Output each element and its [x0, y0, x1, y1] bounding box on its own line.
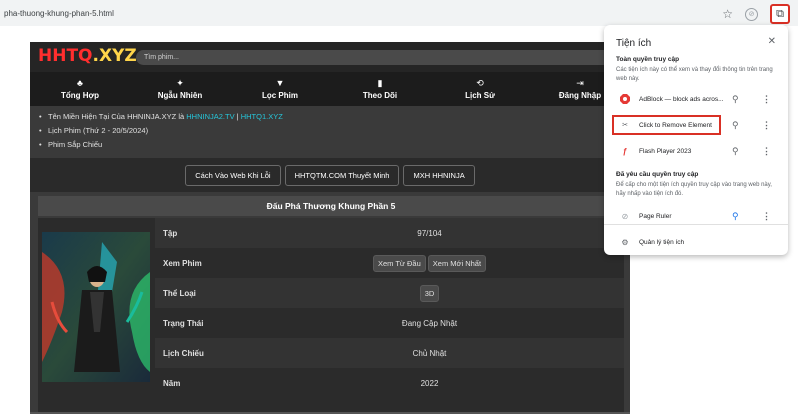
full-access-desc: Các tiện ích này có thể xem và thay đổi …	[616, 67, 773, 82]
status-label: Trạng Thái	[163, 318, 204, 328]
extensions-popup: Tiện ích ✕ Toàn quyền truy cập Các tiện …	[604, 25, 788, 255]
bookmark-star-icon[interactable]: ☆	[722, 7, 733, 21]
manage-extensions[interactable]: ⚙ Quản lý tiện ích	[604, 231, 788, 253]
puzzle-icon: ⧉	[776, 7, 784, 20]
history-icon: ⟲	[476, 78, 484, 88]
more-options-icon[interactable]: ⋮	[762, 120, 771, 131]
genre-value-wrap: 3D	[305, 284, 624, 302]
nav-item-loc-phim[interactable]: ▼ Lọc Phim	[230, 72, 330, 106]
request-access-heading: Đã yêu cầu quyền truy cập	[616, 171, 699, 178]
highlight-box	[612, 115, 721, 135]
year-value: 2022	[420, 378, 439, 388]
nav-label: Theo Dõi	[362, 91, 398, 100]
link-button-row: Cách Vào Web Khi Lỗi HHTQTM.COM Thuyết M…	[30, 158, 630, 192]
extension-name: Page Ruler	[639, 212, 672, 220]
page-ruler-toolbar-icon[interactable]: ⊘	[745, 7, 758, 21]
more-options-icon[interactable]: ⋮	[762, 211, 771, 222]
login-icon: ⇥	[576, 78, 584, 88]
nav-label: Ngẫu Nhiên	[157, 91, 203, 100]
info-row-schedule: Lịch Chiếu Chủ Nhật	[155, 338, 624, 368]
movie-info-panel: Tập 97/104 Xem Phim Xem Từ Đầu Xem Mới Nh…	[38, 218, 624, 414]
adblock-icon	[620, 94, 630, 104]
episodes-label: Tập	[163, 228, 178, 238]
info-row-year: Năm 2022	[155, 368, 624, 398]
pin-icon[interactable]: ⚲	[732, 120, 739, 131]
status-value: Đang Cập Nhật	[401, 318, 458, 328]
nav-label: Tổng Hợp	[60, 91, 100, 100]
social-button[interactable]: MXH HHNINJA	[403, 164, 475, 186]
nav-item-lich-su[interactable]: ⟲ Lịch Sử	[430, 72, 530, 106]
upcoming-link[interactable]: Phim Sắp Chiếu	[48, 140, 102, 149]
filter-icon: ▼	[275, 78, 285, 88]
site-logo[interactable]: HHTQ.XYZ	[38, 46, 137, 66]
popup-divider	[604, 224, 788, 225]
schedule-link[interactable]: Lịch Phim (Thứ 2 - 20/5/2024)	[48, 126, 148, 135]
domain-link-2[interactable]: HHTQ1.XYZ	[241, 112, 283, 121]
watch-from-start-button[interactable]: Xem Từ Đầu	[372, 254, 426, 272]
notice-domain: • Tên Miền Hiện Tại Của HHNINJA.XYZ là HH…	[39, 112, 283, 121]
info-row-episodes: Tập 97/104	[155, 218, 624, 248]
watch-buttons: Xem Từ Đầu Xem Mới Nhất	[305, 254, 624, 272]
notice-schedule[interactable]: • Lịch Phim (Thứ 2 - 20/5/2024)	[39, 124, 630, 138]
site-header: HHTQ.XYZ Tìm phim...	[30, 42, 630, 72]
watch-latest-button[interactable]: Xem Mới Nhất	[427, 254, 487, 272]
popup-title: Tiện ích	[616, 38, 652, 49]
watch-label: Xem Phim	[163, 258, 202, 268]
domain-link-1[interactable]: HHNINJA2.TV	[186, 112, 234, 121]
nav-label: Lọc Phim	[261, 91, 298, 100]
logo-part1: HHTQ	[38, 46, 93, 66]
pin-icon[interactable]: ⚲	[732, 94, 739, 105]
full-access-heading: Toàn quyền truy cập	[616, 56, 680, 63]
notice-list: • Tên Miền Hiện Tại Của HHNINJA.XYZ là HH…	[30, 106, 630, 158]
search-input[interactable]: Tìm phim...	[136, 50, 630, 65]
website-frame: HHTQ.XYZ Tìm phim... ♣ Tổng Hợp ✦ Ngẫu N…	[30, 42, 630, 414]
extension-name: AdBlock — block ads acros...	[639, 95, 724, 103]
extensions-button[interactable]: ⧉	[770, 4, 790, 24]
shuffle-people-icon: ♣	[77, 78, 83, 88]
nav-item-tong-hop[interactable]: ♣ Tổng Hợp	[30, 72, 130, 106]
pinned-icon[interactable]: ⚲	[732, 211, 739, 222]
nav-label: Lịch Sử	[465, 91, 495, 100]
movie-poster[interactable]	[42, 232, 150, 382]
info-row-status: Trạng Thái Đang Cập Nhật	[155, 308, 624, 338]
info-row-genre: Thể Loại 3D	[155, 278, 624, 308]
main-nav: ♣ Tổng Hợp ✦ Ngẫu Nhiên ▼ Lọc Phim ▮ The…	[30, 72, 630, 106]
episodes-value: 97/104	[417, 228, 442, 238]
flash-icon: ƒ	[622, 146, 628, 156]
manage-extensions-label: Quản lý tiện ích	[639, 238, 685, 246]
close-icon[interactable]: ✕	[768, 36, 776, 47]
nav-item-ngau-nhien[interactable]: ✦ Ngẫu Nhiên	[130, 72, 230, 106]
notice-upcoming[interactable]: • Phim Sắp Chiếu	[39, 138, 630, 152]
nav-item-theo-doi[interactable]: ▮ Theo Dõi	[330, 72, 430, 106]
bookmark-icon: ▮	[377, 78, 383, 88]
notice-text: Tên Miền Hiện Tại Của HHNINJA.XYZ là	[48, 112, 187, 121]
pin-icon[interactable]: ⚲	[732, 146, 739, 157]
random-icon: ✦	[176, 78, 184, 88]
request-access-desc: Để cấp cho một tiện ích quyền truy cập v…	[616, 182, 772, 197]
genre-label: Thể Loại	[163, 288, 196, 298]
extension-item-adblock[interactable]: AdBlock — block ads acros... ⚲ ⋮	[604, 88, 788, 110]
schedule-label: Lịch Chiếu	[163, 348, 204, 358]
genre-tag[interactable]: 3D	[419, 284, 440, 302]
year-label: Năm	[163, 378, 181, 388]
extension-item-flash[interactable]: ƒ Flash Player 2023 ⚲ ⋮	[604, 140, 788, 162]
more-options-icon[interactable]: ⋮	[762, 94, 771, 105]
schedule-value: Chủ Nhật	[412, 348, 447, 358]
extension-name: Flash Player 2023	[639, 147, 692, 155]
nav-label: Đăng Nhập	[558, 91, 602, 100]
url-text[interactable]: pha-thuong-khung-phan-5.html	[4, 9, 114, 18]
help-button[interactable]: Cách Vào Web Khi Lỗi	[185, 164, 281, 186]
movie-title: Đấu Phá Thương Khung Phần 5	[38, 196, 624, 216]
dub-site-button[interactable]: HHTQTM.COM Thuyết Minh	[284, 164, 400, 186]
ruler-icon: ⊘	[621, 211, 629, 221]
more-options-icon[interactable]: ⋮	[762, 146, 771, 157]
logo-part2: .XYZ	[92, 46, 137, 66]
gear-icon: ⚙	[621, 237, 629, 247]
info-row-watch: Xem Phim Xem Từ Đầu Xem Mới Nhất	[155, 248, 624, 278]
address-bar[interactable]: pha-thuong-khung-phan-5.html ☆ ⊘ ⧉	[0, 0, 798, 26]
